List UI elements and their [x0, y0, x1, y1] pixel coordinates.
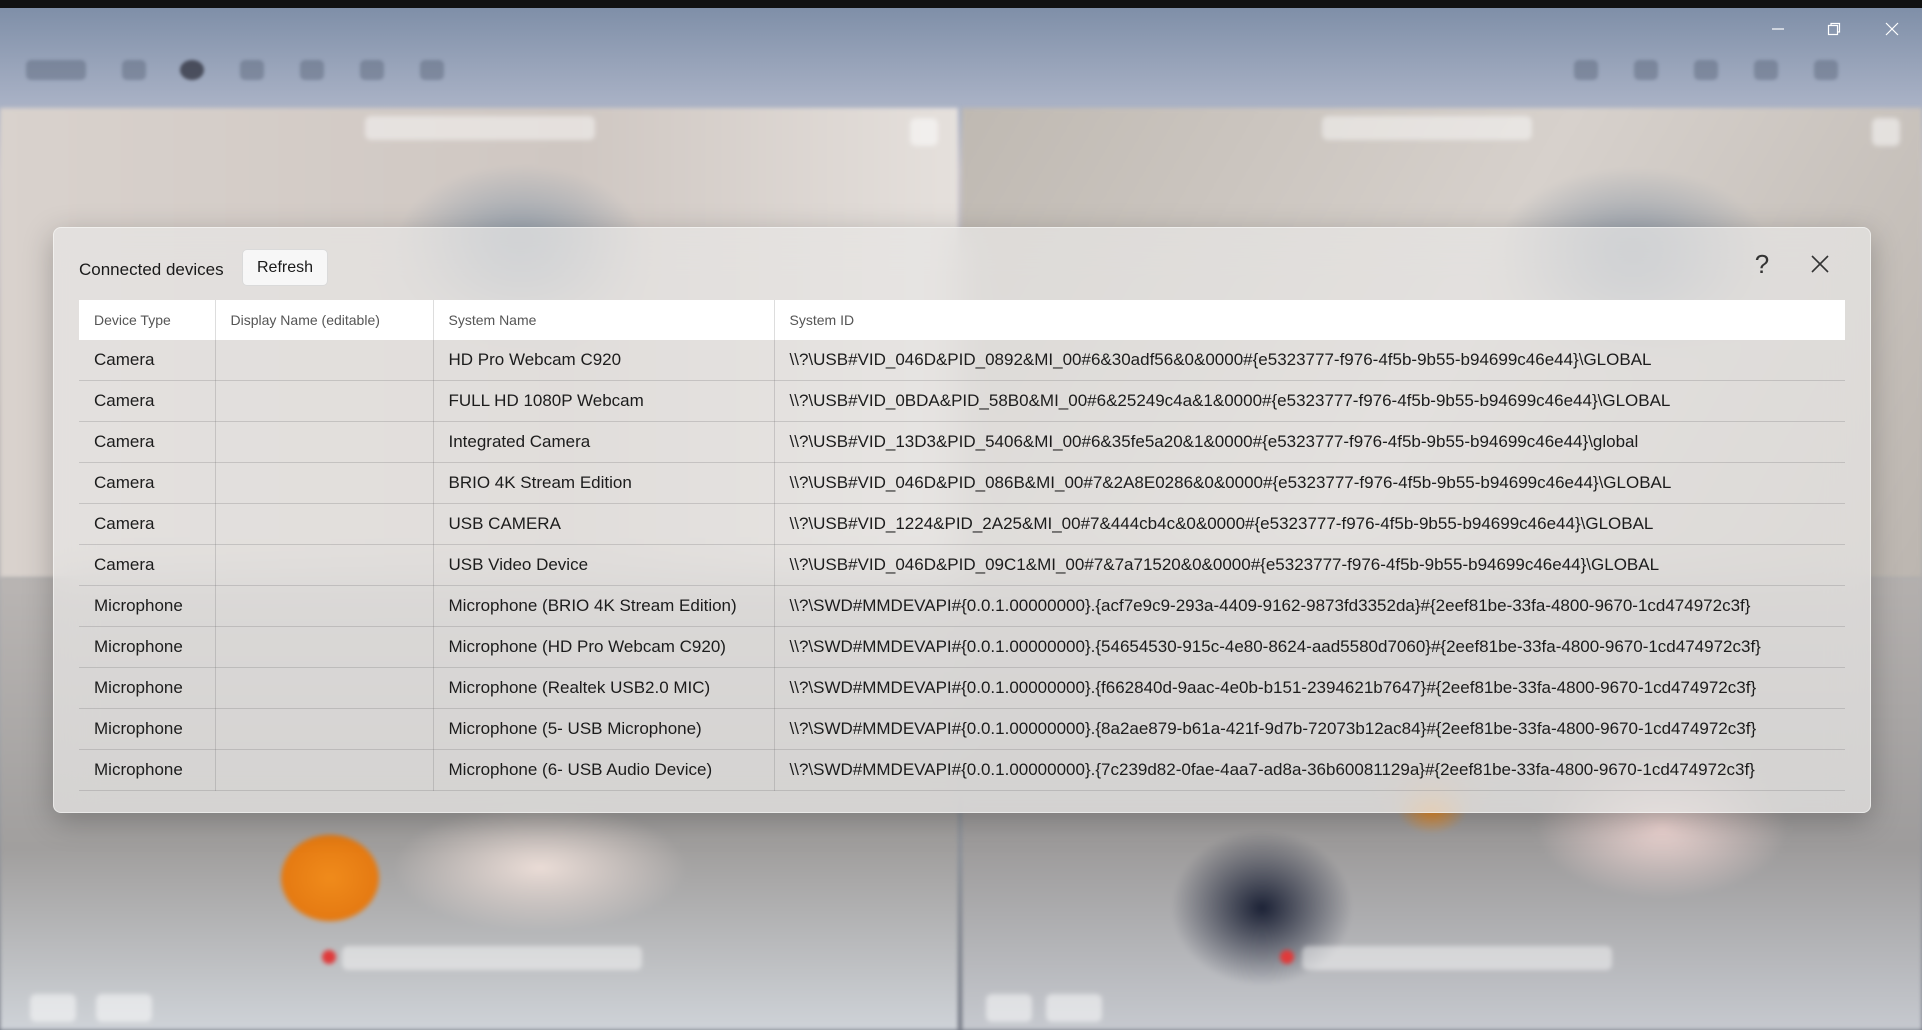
system-name-cell: FULL HD 1080P Webcam	[433, 380, 775, 422]
dialog-close-button[interactable]	[1802, 246, 1838, 282]
device-type-cell: Microphone	[79, 585, 216, 627]
display-name-cell[interactable]	[215, 749, 434, 791]
system-name-cell: HD Pro Webcam C920	[433, 340, 775, 381]
system-id-cell: \\?\USB#VID_046D&PID_086B&MI_00#7&2A8E02…	[774, 462, 1845, 504]
toolbar-icon[interactable]	[122, 60, 146, 80]
system-name-cell: USB CAMERA	[433, 503, 775, 545]
tile-settings-icon[interactable]	[910, 118, 938, 146]
table-row[interactable]: Microphone Microphone (6- USB Audio Devi…	[79, 749, 1845, 791]
column-header-display-name[interactable]: Display Name (editable)	[215, 300, 434, 340]
system-id-cell: \\?\SWD#MMDEVAPI#{0.0.1.00000000}.{54654…	[774, 626, 1845, 668]
restore-icon	[1827, 22, 1841, 36]
system-name-cell: BRIO 4K Stream Edition	[433, 462, 775, 504]
minimize-icon	[1772, 28, 1784, 30]
table-row[interactable]: Microphone Microphone (HD Pro Webcam C92…	[79, 626, 1845, 668]
device-type-cell: Camera	[79, 421, 216, 463]
toolbar-icon[interactable]	[240, 60, 264, 80]
system-id-cell: \\?\USB#VID_046D&PID_0892&MI_00#6&30adf5…	[774, 340, 1845, 381]
recording-dot-icon	[1280, 950, 1294, 964]
system-id-cell: \\?\USB#VID_0BDA&PID_58B0&MI_00#6&25249c…	[774, 380, 1845, 422]
system-name-cell: Microphone (6- USB Audio Device)	[433, 749, 775, 791]
refresh-button[interactable]: Refresh	[242, 249, 328, 286]
display-name-cell[interactable]	[215, 544, 434, 586]
display-name-cell[interactable]	[215, 421, 434, 463]
system-id-cell: \\?\USB#VID_13D3&PID_5406&MI_00#6&35fe5a…	[774, 421, 1845, 463]
display-name-cell[interactable]	[215, 380, 434, 422]
device-type-cell: Microphone	[79, 708, 216, 750]
table-row[interactable]: Camera Integrated Camera \\?\USB#VID_13D…	[79, 421, 1845, 463]
device-type-cell: Camera	[79, 544, 216, 586]
table-row[interactable]: Camera HD Pro Webcam C920 \\?\USB#VID_04…	[79, 340, 1845, 381]
column-header-system-name[interactable]: System Name	[433, 300, 775, 340]
tile-label	[1322, 116, 1532, 140]
display-name-cell[interactable]	[215, 503, 434, 545]
system-name-cell: USB Video Device	[433, 544, 775, 586]
toolbar-icon[interactable]	[1634, 60, 1658, 80]
table-header-row: Device Type Display Name (editable) Syst…	[79, 300, 1845, 340]
table-row[interactable]: Microphone Microphone (5- USB Microphone…	[79, 708, 1845, 750]
system-id-cell: \\?\SWD#MMDEVAPI#{0.0.1.00000000}.{8a2ae…	[774, 708, 1845, 750]
display-name-cell[interactable]	[215, 340, 434, 381]
toolbar-icon[interactable]	[1814, 60, 1838, 80]
restore-button[interactable]	[1812, 16, 1856, 42]
system-id-cell: \\?\USB#VID_1224&PID_2A25&MI_00#7&444cb4…	[774, 503, 1845, 545]
recording-dot-icon	[322, 950, 336, 964]
display-name-cell[interactable]	[215, 585, 434, 627]
table-row[interactable]: Camera USB CAMERA \\?\USB#VID_1224&PID_2…	[79, 503, 1845, 545]
system-name-cell: Microphone (5- USB Microphone)	[433, 708, 775, 750]
table-row[interactable]: Microphone Microphone (Realtek USB2.0 MI…	[79, 667, 1845, 709]
column-header-system-id[interactable]: System ID	[774, 300, 1845, 340]
display-name-cell[interactable]	[215, 708, 434, 750]
system-id-cell: \\?\USB#VID_046D&PID_09C1&MI_00#7&7a7152…	[774, 544, 1845, 586]
system-id-cell: \\?\SWD#MMDEVAPI#{0.0.1.00000000}.{7c239…	[774, 749, 1845, 791]
close-icon	[1885, 22, 1899, 36]
table-row[interactable]: Camera USB Video Device \\?\USB#VID_046D…	[79, 544, 1845, 586]
table-row[interactable]: Camera BRIO 4K Stream Edition \\?\USB#VI…	[79, 462, 1845, 504]
window-close-button[interactable]	[1870, 16, 1914, 42]
system-name-cell: Microphone (HD Pro Webcam C920)	[433, 626, 775, 668]
device-type-cell: Camera	[79, 462, 216, 504]
system-name-cell: Microphone (BRIO 4K Stream Edition)	[433, 585, 775, 627]
toolbar-icon[interactable]	[1694, 60, 1718, 80]
tile-label	[1302, 946, 1612, 970]
tile-control[interactable]	[986, 994, 1032, 1022]
system-id-cell: \\?\SWD#MMDEVAPI#{0.0.1.00000000}.{acf7e…	[774, 585, 1845, 627]
tile-settings-icon[interactable]	[1872, 118, 1900, 146]
tile-label	[342, 946, 642, 970]
system-name-cell: Integrated Camera	[433, 421, 775, 463]
display-name-cell[interactable]	[215, 626, 434, 668]
display-name-cell[interactable]	[215, 462, 434, 504]
help-icon: ?	[1754, 248, 1770, 279]
device-type-cell: Camera	[79, 340, 216, 381]
device-type-cell: Microphone	[79, 749, 216, 791]
toolbar-icon[interactable]	[360, 60, 384, 80]
tile-label	[365, 116, 595, 140]
help-button[interactable]: ?	[1744, 246, 1780, 282]
device-type-cell: Microphone	[79, 667, 216, 709]
system-id-cell: \\?\SWD#MMDEVAPI#{0.0.1.00000000}.{f6628…	[774, 667, 1845, 709]
close-icon	[1811, 255, 1829, 273]
add-icon[interactable]	[26, 60, 86, 80]
tile-control[interactable]	[1046, 994, 1102, 1022]
column-header-device-type[interactable]: Device Type	[79, 300, 216, 340]
toolbar-icon[interactable]	[1574, 60, 1598, 80]
record-icon[interactable]	[180, 60, 204, 80]
device-type-cell: Microphone	[79, 626, 216, 668]
dialog-title: Connected devices	[79, 260, 224, 279]
system-name-cell: Microphone (Realtek USB2.0 MIC)	[433, 667, 775, 709]
device-type-cell: Camera	[79, 503, 216, 545]
toolbar-icon[interactable]	[300, 60, 324, 80]
tile-control[interactable]	[30, 994, 76, 1022]
table-row[interactable]: Microphone Microphone (BRIO 4K Stream Ed…	[79, 585, 1845, 627]
minimize-button[interactable]	[1756, 16, 1800, 42]
connected-devices-dialog: Connected devices Refresh ? Device Type …	[53, 227, 1871, 813]
table-row[interactable]: Camera FULL HD 1080P Webcam \\?\USB#VID_…	[79, 380, 1845, 422]
toolbar-icon[interactable]	[1754, 60, 1778, 80]
screen-top-edge	[0, 0, 1922, 8]
display-name-cell[interactable]	[215, 667, 434, 709]
devices-table: Device Type Display Name (editable) Syst…	[79, 300, 1845, 791]
tile-control[interactable]	[96, 994, 152, 1022]
device-type-cell: Camera	[79, 380, 216, 422]
toolbar-icon[interactable]	[420, 60, 444, 80]
